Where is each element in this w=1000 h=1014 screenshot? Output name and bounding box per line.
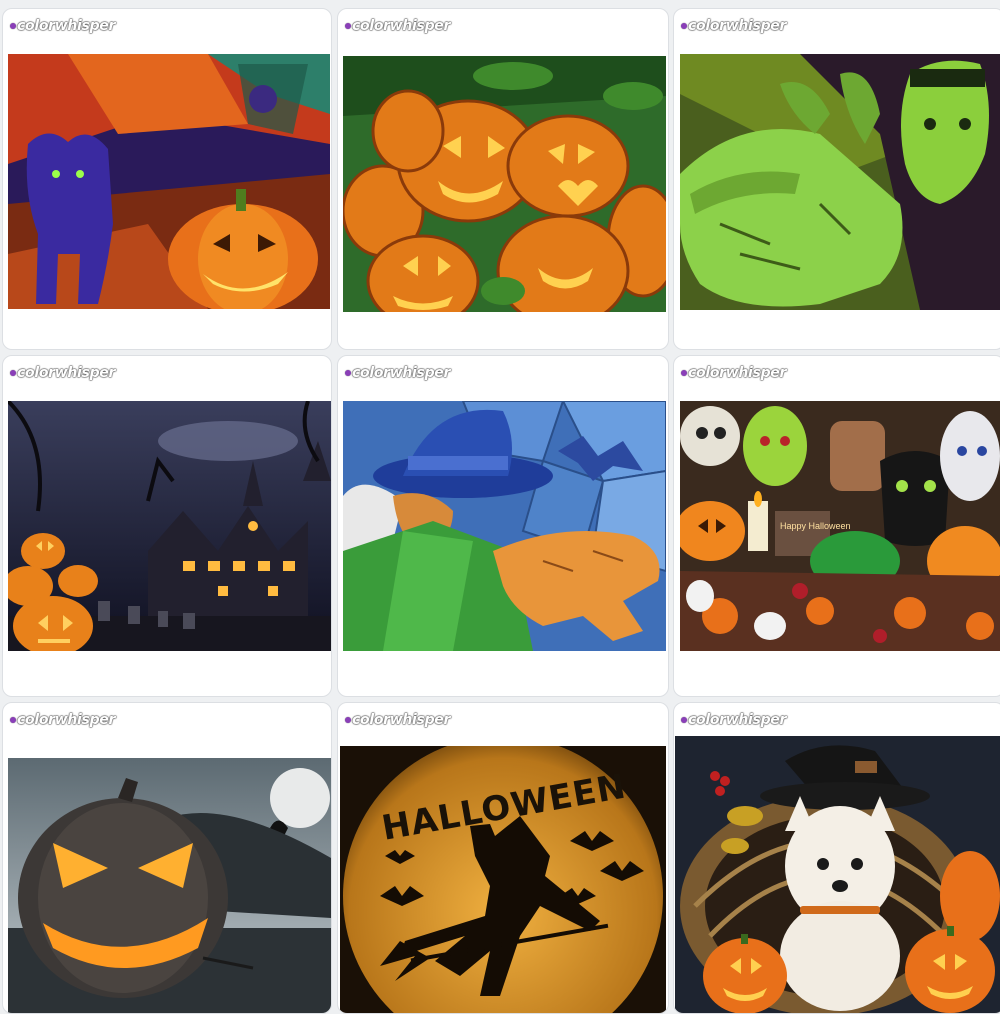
product-card-2[interactable]: colorwhisper: [337, 8, 669, 350]
product-image[interactable]: [8, 54, 330, 309]
brand-logo: colorwhisper: [345, 18, 450, 34]
brand-logo: colorwhisper: [10, 712, 115, 728]
brand-logo: colorwhisper: [681, 712, 786, 728]
brand-logo-text: colorwhisper: [688, 712, 787, 728]
product-card-9[interactable]: colorwhisper: [673, 702, 1000, 1014]
product-image[interactable]: [343, 401, 666, 651]
product-card-7[interactable]: colorwhisper: [2, 702, 332, 1014]
product-card-5[interactable]: colorwhisper: [337, 355, 669, 697]
product-image[interactable]: Happy Halloween: [680, 401, 1000, 651]
brand-logo-text: colorwhisper: [688, 18, 787, 34]
product-image[interactable]: HALLOWEEN: [340, 746, 666, 1013]
brand-logo: colorwhisper: [10, 18, 115, 34]
product-image[interactable]: [8, 401, 331, 651]
product-image[interactable]: [8, 758, 331, 1013]
brand-logo-text: colorwhisper: [17, 18, 116, 34]
brand-logo: colorwhisper: [345, 365, 450, 381]
product-card-6[interactable]: colorwhisper Happy Halloween: [673, 355, 1000, 697]
brand-logo-text: colorwhisper: [352, 712, 451, 728]
brand-logo: colorwhisper: [681, 365, 786, 381]
brand-logo-text: colorwhisper: [688, 365, 787, 381]
product-card-4[interactable]: colorwhisper: [2, 355, 332, 697]
product-image[interactable]: [343, 56, 666, 312]
brand-logo-text: colorwhisper: [17, 712, 116, 728]
product-image[interactable]: [675, 736, 1000, 1013]
product-card-3[interactable]: colorwhisper: [673, 8, 1000, 350]
happy-halloween-sign: Happy Halloween: [780, 521, 851, 531]
product-image[interactable]: [680, 54, 1000, 310]
product-card-1[interactable]: colorwhisper: [2, 8, 332, 350]
brand-logo-text: colorwhisper: [17, 365, 116, 381]
brand-logo-text: colorwhisper: [352, 18, 451, 34]
brand-logo: colorwhisper: [681, 18, 786, 34]
brand-logo-text: colorwhisper: [352, 365, 451, 381]
brand-logo: colorwhisper: [10, 365, 115, 381]
product-card-8[interactable]: colorwhisper HALLOWEEN: [337, 702, 669, 1014]
brand-logo: colorwhisper: [345, 712, 450, 728]
